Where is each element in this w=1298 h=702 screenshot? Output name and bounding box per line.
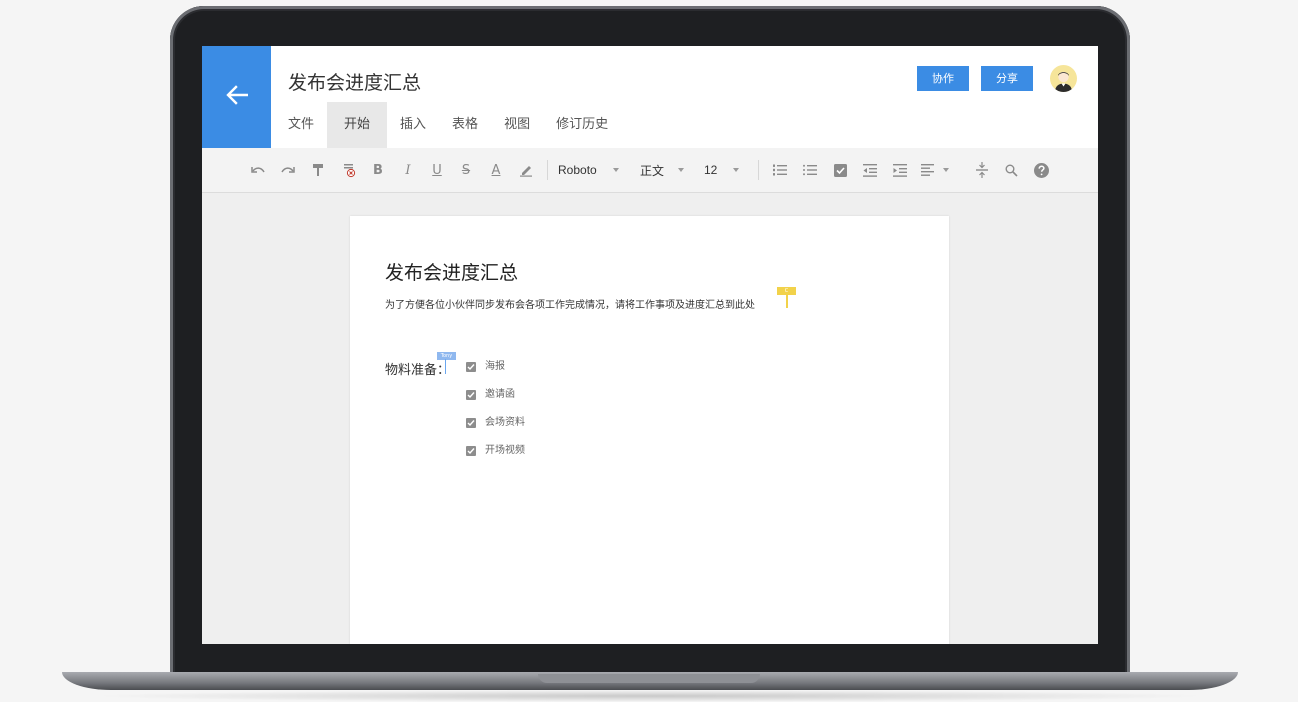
checklist-item-label: 海报 xyxy=(485,361,505,372)
checkbox-checked-icon[interactable] xyxy=(466,362,476,372)
back-button[interactable] xyxy=(202,46,271,148)
tab-home[interactable]: 开始 xyxy=(327,102,388,148)
align-left-icon xyxy=(921,164,934,176)
chevron-down-icon xyxy=(733,168,740,172)
font-size-select[interactable]: 12 xyxy=(704,148,744,192)
collaborator-tag-yellow: C xyxy=(777,287,796,295)
bullet-list-icon[interactable] xyxy=(801,148,819,192)
collaborate-button[interactable]: 协作 xyxy=(917,66,969,91)
page-description[interactable]: 为了方便各位小伙伴同步发布会各项工作完成情况，请将工作事项及进度汇总到此处 xyxy=(385,296,755,311)
app-screen: 发布会进度汇总 文件 开始 插入 表格 视图 修订历史 协作 分享 B I U … xyxy=(202,46,1098,644)
menu-tabs: 文件 开始 插入 表格 视图 修订历史 xyxy=(271,102,621,148)
laptop-base-notch xyxy=(538,674,760,683)
checkbox-checked-icon[interactable] xyxy=(466,390,476,400)
highlight-icon[interactable] xyxy=(517,148,535,192)
font-size-value: 12 xyxy=(704,163,718,177)
undo-icon[interactable] xyxy=(249,148,267,192)
collaborator-tag-blue: Tony xyxy=(437,352,456,360)
underline-icon[interactable]: U xyxy=(428,148,446,192)
laptop-shadow xyxy=(90,690,1210,702)
search-icon[interactable] xyxy=(1002,148,1020,192)
checkbox-icon[interactable] xyxy=(831,148,849,192)
font-family-select[interactable]: Roboto xyxy=(558,148,628,192)
collaborator-cursor-blue xyxy=(445,359,446,374)
tab-revision-history[interactable]: 修订历史 xyxy=(543,102,621,148)
chevron-down-icon xyxy=(678,168,685,172)
list-item[interactable]: 海报 xyxy=(466,360,525,388)
formatting-toolbar: B I U S A Roboto 正文 12 xyxy=(202,148,1098,193)
bold-icon[interactable]: B xyxy=(369,148,387,192)
help-icon[interactable] xyxy=(1032,148,1050,192)
indent-icon[interactable] xyxy=(891,148,909,192)
tab-table[interactable]: 表格 xyxy=(439,102,491,148)
document-title[interactable]: 发布会进度汇总 xyxy=(288,68,421,95)
checklist: 海报 邀请函 会场资料 开场视频 xyxy=(466,360,525,472)
checkbox-checked-icon[interactable] xyxy=(466,418,476,428)
list-item[interactable]: 邀请函 xyxy=(466,388,525,416)
collaborator-cursor-yellow xyxy=(786,295,788,308)
avatar[interactable] xyxy=(1050,65,1077,92)
chevron-down-icon xyxy=(612,168,619,172)
list-item[interactable]: 开场视频 xyxy=(466,444,525,472)
list-item[interactable]: 会场资料 xyxy=(466,416,525,444)
redo-icon[interactable] xyxy=(279,148,297,192)
share-button[interactable]: 分享 xyxy=(981,66,1033,91)
divider-icon[interactable] xyxy=(973,148,991,192)
tab-file[interactable]: 文件 xyxy=(271,102,327,148)
toolbar-separator xyxy=(547,160,548,180)
document-page[interactable]: 发布会进度汇总 为了方便各位小伙伴同步发布会各项工作完成情况，请将工作事项及进度… xyxy=(350,216,949,644)
page-heading[interactable]: 发布会进度汇总 xyxy=(385,258,518,285)
font-color-icon[interactable]: A xyxy=(487,148,505,192)
paragraph-style-value: 正文 xyxy=(640,163,665,178)
align-select[interactable] xyxy=(921,148,957,192)
italic-icon[interactable]: I xyxy=(399,148,417,192)
section-label[interactable]: 物料准备： xyxy=(385,359,450,378)
arrow-left-icon xyxy=(225,85,248,109)
tab-insert[interactable]: 插入 xyxy=(387,102,439,148)
document-header: 发布会进度汇总 文件 开始 插入 表格 视图 修订历史 协作 分享 xyxy=(202,46,1098,148)
format-painter-icon[interactable] xyxy=(309,148,327,192)
clear-format-icon[interactable] xyxy=(340,148,358,192)
strikethrough-icon[interactable]: S xyxy=(457,148,475,192)
checklist-item-label: 会场资料 xyxy=(485,417,525,428)
checklist-item-label: 开场视频 xyxy=(485,445,525,456)
tab-view[interactable]: 视图 xyxy=(491,102,543,148)
checklist-item-label: 邀请函 xyxy=(485,389,515,400)
outdent-icon[interactable] xyxy=(861,148,879,192)
checkbox-checked-icon[interactable] xyxy=(466,446,476,456)
paragraph-style-select[interactable]: 正文 xyxy=(640,148,690,192)
chevron-down-icon xyxy=(943,168,949,172)
ordered-list-icon[interactable] xyxy=(771,148,789,192)
toolbar-separator xyxy=(758,160,759,180)
font-family-value: Roboto xyxy=(558,163,597,177)
